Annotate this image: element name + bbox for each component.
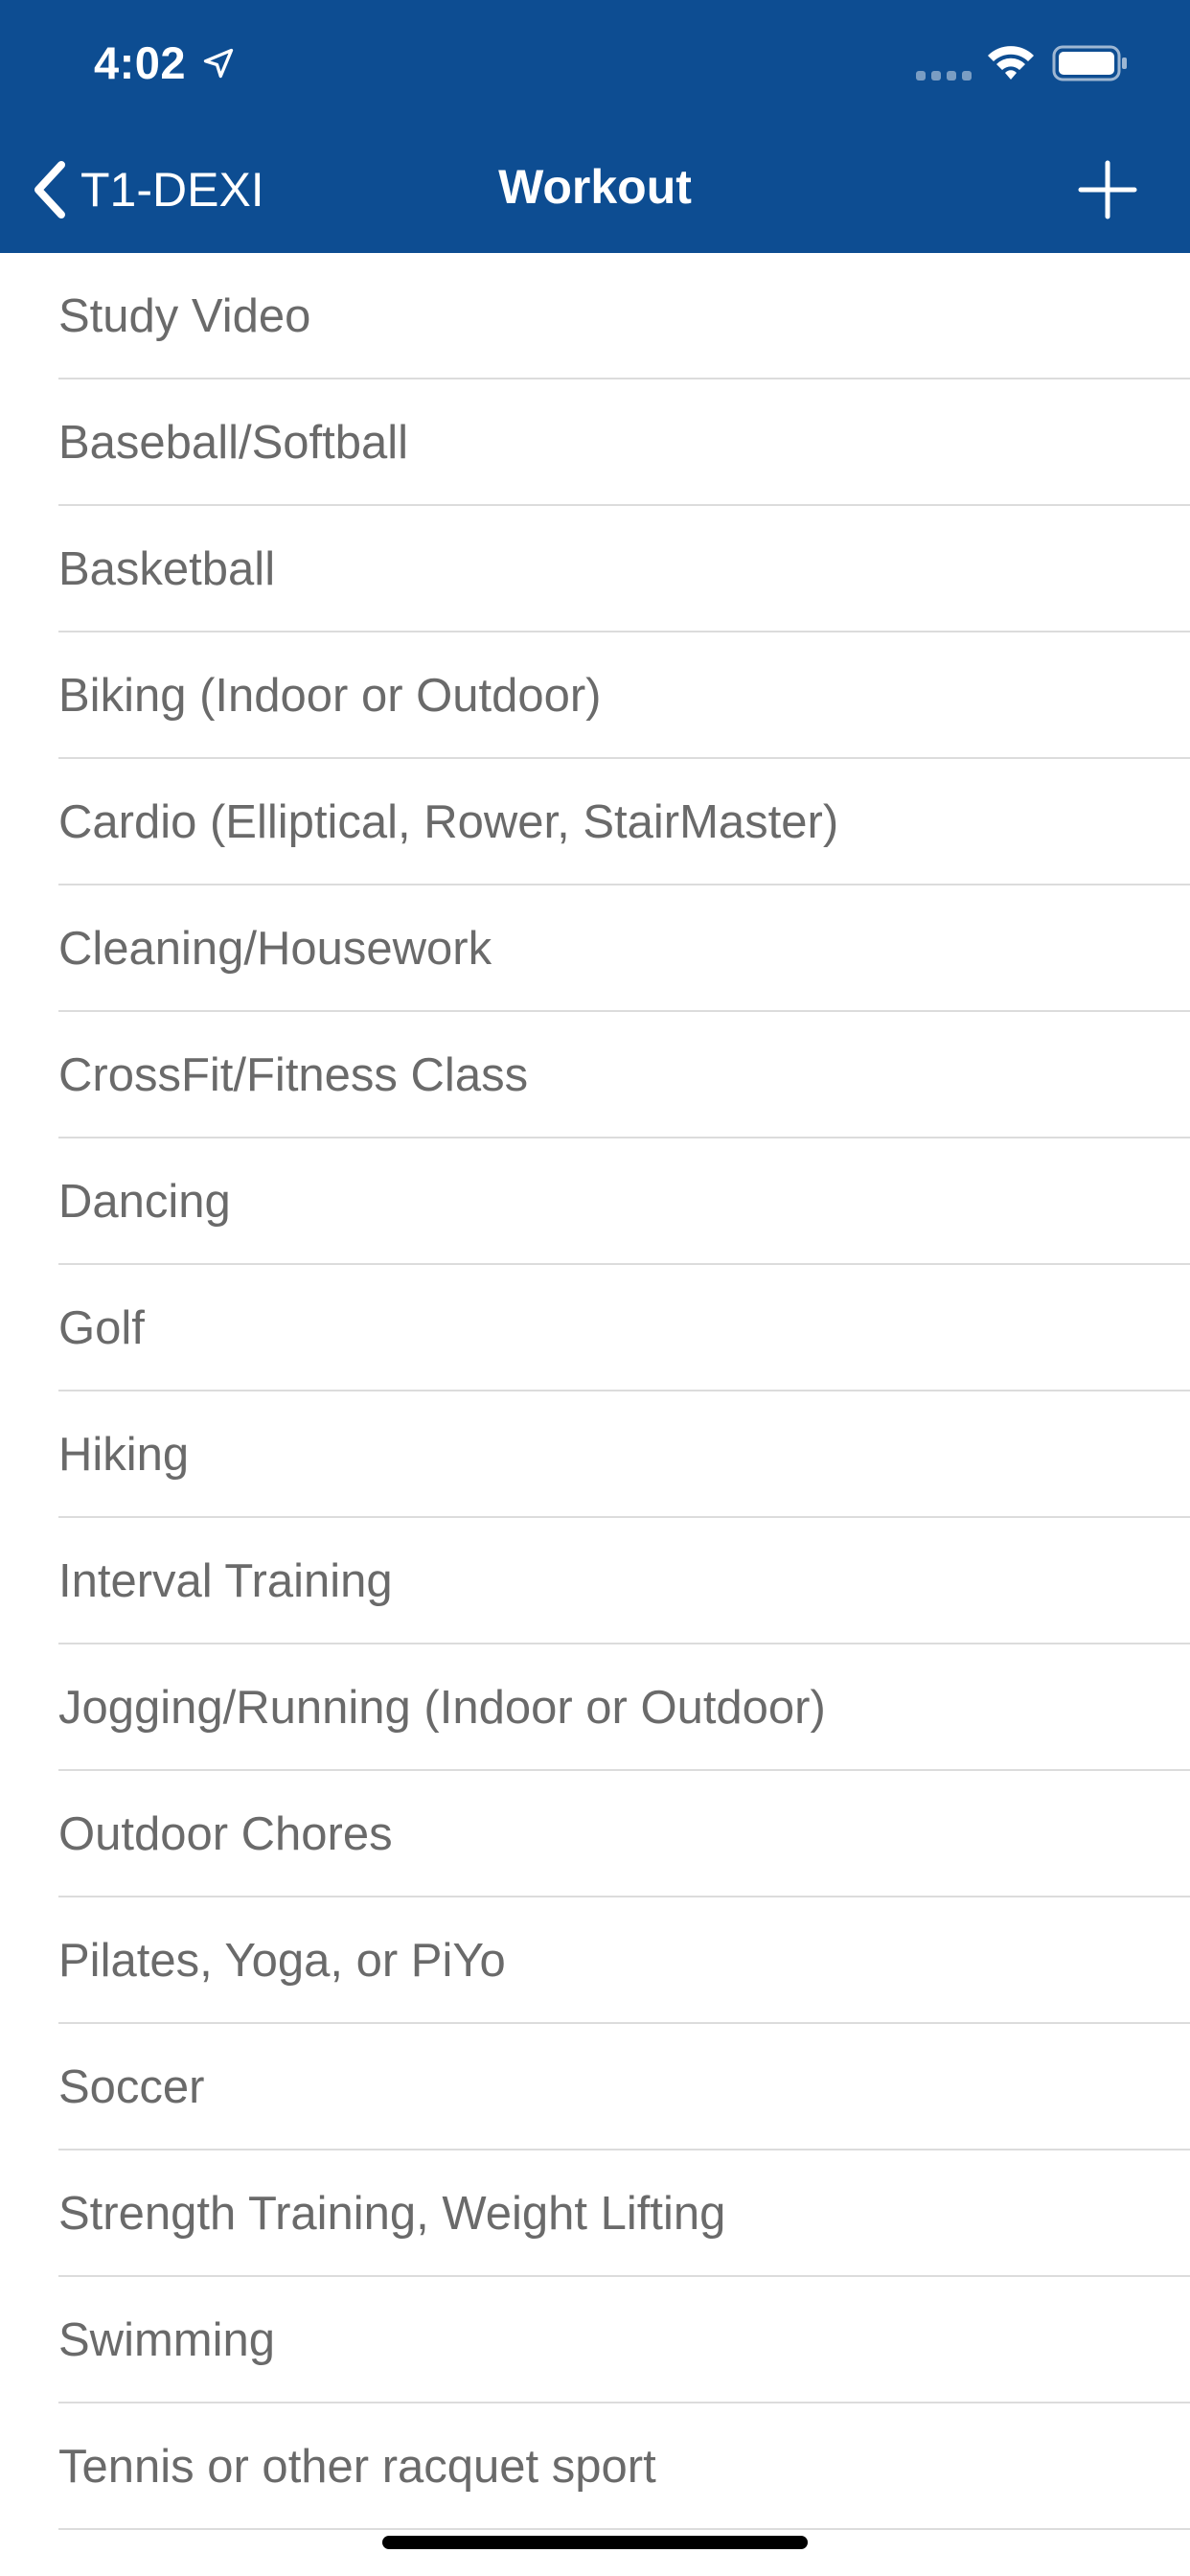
workout-item-label: Basketball bbox=[58, 543, 276, 595]
workout-list-item[interactable]: Soccer bbox=[0, 2024, 1190, 2150]
workout-item-label: Biking (Indoor or Outdoor) bbox=[58, 670, 602, 722]
workout-list-item[interactable]: Pilates, Yoga, or PiYo bbox=[0, 1898, 1190, 2024]
workout-item-label: Outdoor Chores bbox=[58, 1808, 393, 1860]
header: 4:02 T1-DEXI Workout bbox=[0, 0, 1190, 253]
home-indicator bbox=[382, 2536, 808, 2549]
workout-list-item[interactable]: Tennis or other racquet sport bbox=[0, 2404, 1190, 2530]
workout-list: Study Video Baseball/Softball Basketball Bi… bbox=[0, 253, 1190, 2530]
workout-list-item[interactable]: Dancing bbox=[0, 1138, 1190, 1265]
workout-item-label: Hiking bbox=[58, 1429, 190, 1481]
workout-item-label: Dancing bbox=[58, 1176, 231, 1228]
workout-list-item[interactable]: Biking (Indoor or Outdoor) bbox=[0, 632, 1190, 759]
workout-item-label: Tennis or other racquet sport bbox=[58, 2441, 656, 2493]
navigation-bar: T1-DEXI Workout bbox=[0, 126, 1190, 253]
workout-item-label: Swimming bbox=[58, 2314, 275, 2366]
workout-item-label: Strength Training, Weight Lifting bbox=[58, 2188, 726, 2240]
cellular-signal-icon bbox=[916, 71, 972, 80]
workout-list-item[interactable]: Golf bbox=[0, 1265, 1190, 1392]
workout-list-item[interactable]: Jogging/Running (Indoor or Outdoor) bbox=[0, 1644, 1190, 1771]
workout-item-label: Study Video bbox=[58, 290, 311, 342]
workout-item-label: Golf bbox=[58, 1302, 145, 1354]
workout-list-item[interactable]: Basketball bbox=[0, 506, 1190, 632]
wifi-icon bbox=[988, 46, 1034, 80]
workout-list-item[interactable]: CrossFit/Fitness Class bbox=[0, 1012, 1190, 1138]
workout-list-item[interactable]: Study Video bbox=[0, 253, 1190, 380]
workout-item-label: Cardio (Elliptical, Rower, StairMaster) bbox=[58, 796, 839, 848]
workout-list-item[interactable]: Strength Training, Weight Lifting bbox=[0, 2150, 1190, 2277]
page-title: Workout bbox=[498, 160, 692, 214]
workout-list-item[interactable]: Outdoor Chores bbox=[0, 1771, 1190, 1898]
workout-item-label: Pilates, Yoga, or PiYo bbox=[58, 1935, 506, 1987]
workout-item-label: Baseball/Softball bbox=[58, 417, 409, 469]
workout-item-label: Interval Training bbox=[58, 1555, 393, 1607]
workout-list-item[interactable]: Swimming bbox=[0, 2277, 1190, 2404]
battery-icon bbox=[1052, 45, 1127, 81]
workout-list-item[interactable]: Cardio (Elliptical, Rower, StairMaster) bbox=[0, 759, 1190, 886]
workout-item-label: CrossFit/Fitness Class bbox=[58, 1049, 529, 1101]
location-arrow-icon bbox=[203, 48, 234, 79]
workout-item-label: Jogging/Running (Indoor or Outdoor) bbox=[58, 1682, 826, 1734]
workout-list-item[interactable]: Interval Training bbox=[0, 1518, 1190, 1644]
workout-list-item[interactable]: Cleaning/Housework bbox=[0, 886, 1190, 1012]
workout-list-item[interactable]: Hiking bbox=[0, 1392, 1190, 1518]
workout-item-label: Soccer bbox=[58, 2061, 205, 2113]
plus-icon[interactable] bbox=[1073, 155, 1142, 224]
status-time: 4:02 bbox=[94, 37, 187, 88]
status-bar: 4:02 bbox=[0, 0, 1190, 126]
workout-list-item[interactable]: Baseball/Softball bbox=[0, 380, 1190, 506]
workout-item-label: Cleaning/Housework bbox=[58, 923, 492, 975]
